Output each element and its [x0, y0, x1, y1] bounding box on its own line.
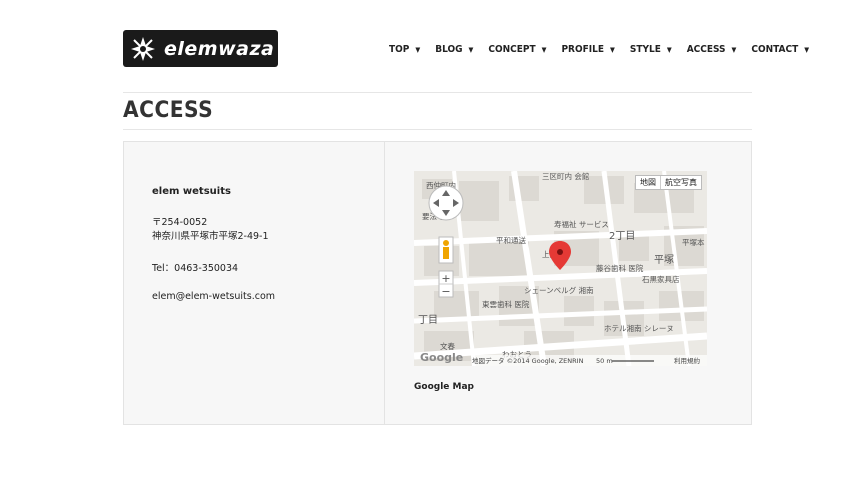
map-type-toggle[interactable]: 地図 航空写真 — [635, 175, 702, 190]
map-label: 平塚本 郵便局 — [682, 237, 707, 247]
zoom-control[interactable]: + − — [438, 270, 454, 298]
map-label: 寿福祉 サービス — [554, 219, 609, 229]
nav-contact[interactable]: CONTACT ▼ — [751, 44, 809, 55]
map-label: 平和通送 — [496, 235, 526, 245]
nav-blog[interactable]: BLOG ▼ — [435, 44, 473, 55]
map-label: 東雲歯科 医院 — [482, 299, 530, 309]
caret-down-icon: ▼ — [541, 45, 547, 54]
logo-emblem-icon — [128, 34, 158, 64]
phone-number: Tel：0463-350034 — [152, 263, 239, 274]
caret-down-icon: ▼ — [415, 45, 421, 54]
street-address: 神奈川県平塚市平塚2-49-1 — [152, 231, 269, 242]
nav-style[interactable]: STYLE ▼ — [630, 44, 672, 55]
company-name: elem wetsuits — [152, 186, 231, 197]
map-label: 2丁目 — [609, 231, 635, 242]
caret-down-icon: ▼ — [731, 45, 737, 54]
caret-down-icon: ▼ — [666, 45, 672, 54]
postal-code: 〒254-0052 — [152, 217, 208, 228]
main-nav: TOP ▼ BLOG ▼ CONCEPT ▼ PROFILE ▼ STYLE ▼ ACCE… — [389, 44, 824, 55]
map-label: 丁目 — [418, 315, 438, 326]
nav-label: CONCEPT — [488, 44, 536, 55]
brand-logo[interactable]: elemwaza — [123, 30, 278, 67]
nav-label: TOP — [389, 44, 410, 55]
nav-label: STYLE — [629, 44, 661, 55]
caret-down-icon: ▼ — [468, 45, 474, 54]
caret-down-icon: ▼ — [610, 45, 615, 54]
pegman-icon[interactable] — [438, 236, 454, 264]
map-canvas: 西仲町内 三区町内 会館 要法寺 寿福祉 サービス 2丁目 平和通送 上田..店… — [414, 171, 707, 366]
nav-label: CONTACT — [751, 44, 799, 55]
google-logo: Google — [420, 351, 463, 364]
map-label: ホテル湘南 シレーヌ — [604, 323, 674, 333]
nav-access[interactable]: ACCESS ▼ — [687, 44, 737, 55]
pan-control[interactable] — [428, 185, 464, 221]
map-terms[interactable]: 利用規約 — [674, 356, 701, 365]
map-label: シェーンベルグ 湘南 — [524, 285, 594, 295]
caret-down-icon: ▼ — [804, 45, 810, 54]
nav-profile[interactable]: PROFILE ▼ — [561, 44, 614, 55]
google-map[interactable]: 西仲町内 三区町内 会館 要法寺 寿福祉 サービス 2丁目 平和通送 上田..店… — [414, 171, 707, 366]
map-caption: Google Map — [414, 382, 474, 392]
nav-label: BLOG — [435, 44, 463, 55]
map-scale: 50 m — [596, 357, 613, 365]
contact-info: elem wetsuits 〒254-0052 神奈川県平塚市平塚2-49-1 … — [152, 186, 275, 302]
nav-top[interactable]: TOP ▼ — [389, 44, 420, 55]
title-divider — [123, 129, 752, 130]
header-divider — [123, 92, 752, 93]
map-label: 藤谷歯科 医院 — [596, 263, 644, 273]
nav-label: PROFILE — [561, 44, 604, 55]
map-label: 文春 — [440, 341, 455, 351]
zoom-in-icon[interactable]: + — [441, 272, 450, 285]
map-attribution: 地図データ ©2014 Google, ZENRIN — [472, 356, 584, 365]
map-label: 平塚 — [654, 254, 674, 266]
map-type-map[interactable]: 地図 — [636, 176, 660, 189]
email-address[interactable]: elem@elem-wetsuits.com — [152, 291, 275, 302]
map-type-satellite[interactable]: 航空写真 — [660, 176, 701, 189]
map-label: 三区町内 会館 — [542, 171, 589, 181]
column-divider — [384, 141, 385, 425]
nav-concept[interactable]: CONCEPT ▼ — [488, 44, 546, 55]
page-title: ACCESS — [123, 98, 214, 123]
brand-name: elemwaza — [164, 37, 275, 60]
nav-label: ACCESS — [686, 44, 726, 55]
map-label: 石黒家具店 — [642, 274, 680, 284]
address-block: 〒254-0052 神奈川県平塚市平塚2-49-1 — [152, 216, 275, 244]
zoom-out-icon[interactable]: − — [441, 285, 450, 298]
